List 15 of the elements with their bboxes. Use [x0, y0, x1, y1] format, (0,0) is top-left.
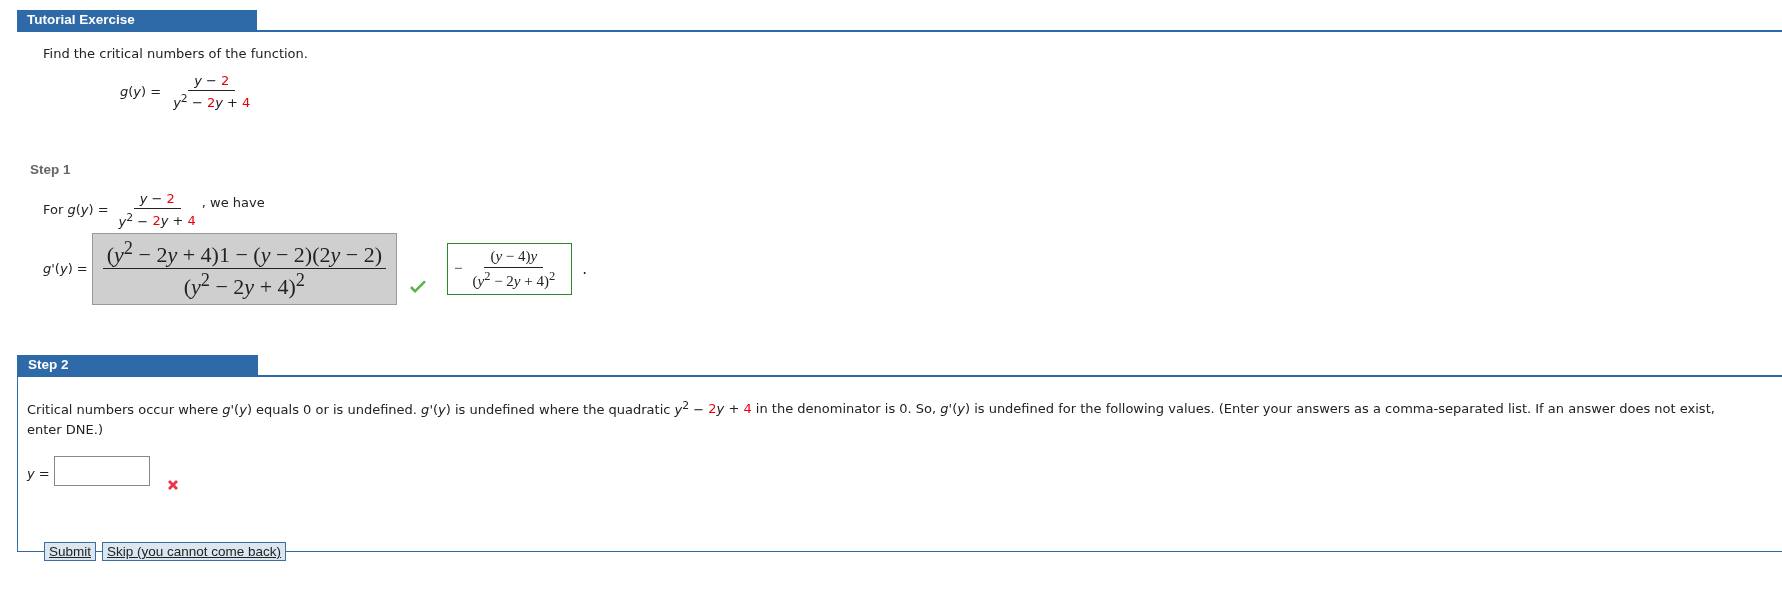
correct-answer: − (y − 4)y (y$^{2}$ − 2y + 4)$^{2}$ [447, 243, 573, 295]
derivative-label: g'(y) = [43, 261, 88, 277]
submit-button[interactable]: Submit [44, 541, 97, 561]
section-title: Tutorial Exercise [17, 10, 257, 30]
step-label: Step 1 [30, 162, 72, 178]
problem-text: Find the critical numbers of the function. [43, 46, 309, 61]
step-instructions: Critical numbers occur where g'(y) equals 0 or is undefined. g'(y) is undefined where the quadratic y$^{2}$ − 2y + 4 in the denominator is 0. So, g'(y) is undefined for the following values. (Enter your answers as a comma-separated list. If an answer does not exist, enter DNE.) [27, 397, 1716, 439]
field-label: y = [27, 465, 50, 481]
skip-button[interactable]: Skip (you cannot come back) [102, 541, 287, 561]
step-title: Step 2 [18, 355, 258, 376]
answer-box: (y$^{2}$ − 2y + 4)1 − (y − 2)(2y − 2) (y$^{2}$ − 2y + 4)$^{2}$ [91, 232, 397, 306]
answer-field[interactable] [53, 455, 150, 486]
function-formula: g(y) = y − 2 y$^{2}$ − 2y + 4 [120, 73, 252, 111]
period-text: . [582, 260, 587, 278]
step-sentence: For g(y) = y − 2 y$^{2}$ − 2y + 4 , we have [43, 191, 265, 229]
